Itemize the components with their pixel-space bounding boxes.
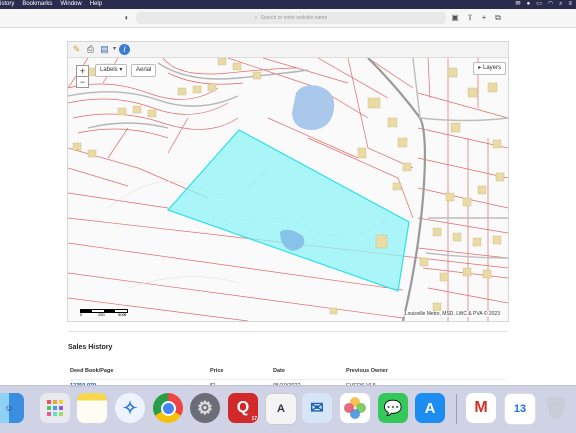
address-placeholder: Search or enter website name bbox=[260, 15, 328, 21]
calendar-day: 13 bbox=[513, 403, 527, 415]
photos-flower bbox=[344, 397, 366, 419]
dock-separator bbox=[456, 394, 457, 424]
menu-bar: istory Bookmarks Window Help ✉ ● ▭ ◠ ⌕ ≡ bbox=[0, 0, 576, 9]
notes-icon[interactable] bbox=[77, 393, 107, 423]
mail-status-icon[interactable]: ✉ bbox=[516, 0, 521, 9]
menubar-status-area: ✉ ● ▭ ◠ ⌕ ≡ bbox=[516, 0, 572, 9]
browser-toolbar: ◐ ⌕ Search or enter website name ▣ ⇪ + ⧉ bbox=[0, 9, 576, 28]
battery-icon[interactable]: ▭ bbox=[536, 0, 542, 9]
map-panel: ✎ ⎙ ▤ ▾ i + − Labels ▾ Aerial ▸ Layers 0… bbox=[67, 41, 509, 322]
control-center-icon[interactable]: ≡ bbox=[568, 0, 572, 9]
dock: ☺ ✧ ⚙ Q 17 A ✉ 💬 A M 13 🗑 bbox=[0, 385, 576, 433]
system-preferences-icon[interactable]: ⚙ bbox=[190, 393, 220, 423]
measure-icon[interactable]: ✎ bbox=[71, 44, 82, 55]
map-attribution: Louisville Metro, MSD, LWC & PVA © 2023 bbox=[402, 311, 502, 317]
column-header-price: Price bbox=[210, 368, 224, 374]
photos-icon[interactable] bbox=[340, 393, 370, 423]
address-bar[interactable]: ⌕ Search or enter website name bbox=[136, 12, 446, 24]
chrome-icon[interactable] bbox=[153, 393, 183, 423]
launchpad-grid bbox=[47, 400, 63, 416]
shield-icon[interactable]: ◐ bbox=[122, 13, 132, 23]
map-view[interactable]: + − Labels ▾ Aerial ▸ Layers 0 250 500 f… bbox=[68, 58, 508, 321]
layers-button[interactable]: ▸ Layers bbox=[473, 62, 506, 75]
sales-history-table: Deed Book/Page Price Date Previous Owner… bbox=[70, 366, 506, 389]
launchpad-icon[interactable] bbox=[40, 393, 70, 423]
trash-icon[interactable]: 🗑 bbox=[541, 393, 571, 423]
info-icon[interactable]: i bbox=[119, 44, 130, 55]
scale-unit: ft bbox=[124, 312, 127, 317]
menu-history[interactable]: istory bbox=[0, 0, 14, 9]
table-header: Deed Book/Page Price Date Previous Owner bbox=[70, 366, 506, 380]
user-status-icon[interactable]: ● bbox=[527, 0, 531, 9]
preview-icon[interactable]: A bbox=[265, 393, 297, 425]
section-divider bbox=[67, 331, 507, 332]
chevron-down-icon: ▾ bbox=[119, 67, 123, 73]
column-header-deed: Deed Book/Page bbox=[70, 368, 114, 374]
aerial-button[interactable]: Aerial bbox=[131, 64, 157, 77]
search-icon[interactable]: ⌕ bbox=[559, 0, 562, 9]
menu-help[interactable]: Help bbox=[90, 0, 102, 9]
finder-icon[interactable]: ☺ bbox=[0, 393, 24, 423]
labels-dropdown[interactable]: Labels ▾ bbox=[95, 64, 128, 77]
search-icon: ⌕ bbox=[254, 15, 258, 21]
menu-window[interactable]: Window bbox=[60, 0, 81, 9]
scale-bar: 0 250 500 ft bbox=[80, 308, 128, 317]
calendar-icon[interactable]: 13 bbox=[504, 393, 536, 425]
column-header-owner: Previous Owner bbox=[346, 368, 388, 374]
chevron-right-icon: ▸ bbox=[478, 65, 482, 71]
labels-label: Labels bbox=[100, 67, 118, 73]
layers-label: Layers bbox=[482, 65, 501, 71]
scale-label-0: 0 bbox=[80, 312, 83, 317]
zoom-out-button[interactable]: − bbox=[76, 76, 89, 88]
new-tab-icon[interactable]: + bbox=[479, 13, 489, 23]
scale-label-1: 250 bbox=[98, 312, 105, 317]
messages-icon[interactable]: 💬 bbox=[378, 393, 408, 423]
gmail-icon[interactable]: M bbox=[466, 393, 496, 423]
app-store-icon[interactable]: A bbox=[415, 393, 445, 423]
column-header-date: Date bbox=[273, 368, 285, 374]
quicken-badge: 17 bbox=[251, 416, 257, 422]
print-icon[interactable]: ⎙ bbox=[85, 44, 96, 55]
chrome-center bbox=[160, 400, 176, 416]
menu-bookmarks[interactable]: Bookmarks bbox=[22, 0, 52, 9]
sales-history-title: Sales History bbox=[68, 344, 113, 351]
quicken-icon[interactable]: Q 17 bbox=[228, 393, 258, 423]
map-canvas bbox=[68, 58, 508, 321]
wifi-icon[interactable]: ◠ bbox=[548, 0, 553, 9]
map-toolbar: ✎ ⎙ ▤ ▾ i bbox=[68, 42, 508, 58]
tab-overview-icon[interactable]: ⧉ bbox=[493, 13, 503, 23]
mail-icon[interactable]: ✉ bbox=[302, 393, 332, 423]
safari-icon[interactable]: ✧ bbox=[115, 393, 145, 423]
extension-icon[interactable]: ▣ bbox=[450, 13, 460, 23]
share-icon[interactable]: ⇪ bbox=[465, 13, 475, 23]
